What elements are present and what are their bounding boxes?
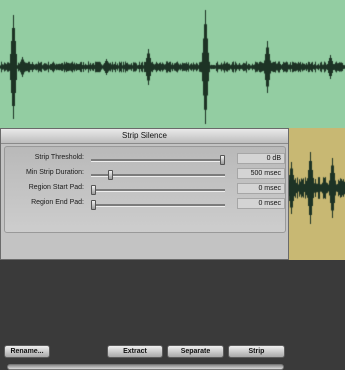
region-start-pad-slider-thumb[interactable]: [91, 185, 96, 195]
horizontal-scrollbar[interactable]: [7, 364, 284, 370]
strip-silence-dialog: Strip Silence Strip Threshold: 0 dB Min …: [0, 128, 289, 370]
min-strip-duration-row: Min Strip Duration: 500 msec: [5, 167, 285, 181]
region-end-pad-slider-track[interactable]: [91, 204, 225, 207]
strip-threshold-value[interactable]: 0 dB: [237, 153, 285, 164]
parameters-panel: Strip Threshold: 0 dB Min Strip Duration…: [4, 146, 286, 233]
dialog-title: Strip Silence: [1, 129, 288, 144]
region-end-pad-value[interactable]: 0 msec: [237, 198, 285, 209]
region-end-pad-slider-thumb[interactable]: [91, 200, 96, 210]
strip-threshold-row: Strip Threshold: 0 dB: [5, 152, 285, 166]
min-strip-duration-value[interactable]: 500 msec: [237, 168, 285, 179]
region-end-pad-label: Region End Pad:: [31, 199, 84, 206]
strip-threshold-slider-thumb[interactable]: [220, 155, 225, 165]
region-start-pad-value[interactable]: 0 msec: [237, 183, 285, 194]
separate-button[interactable]: Separate: [167, 345, 224, 358]
extract-button[interactable]: Extract: [107, 345, 163, 358]
waveform-track-top[interactable]: [0, 0, 345, 128]
strip-button[interactable]: Strip: [228, 345, 285, 358]
region-start-pad-slider-track[interactable]: [91, 189, 225, 192]
rename-button[interactable]: Rename...: [4, 345, 50, 358]
min-strip-duration-label: Min Strip Duration:: [26, 169, 84, 176]
waveform-track-selected[interactable]: [288, 128, 345, 260]
region-start-pad-label: Region Start Pad:: [28, 184, 84, 191]
min-strip-duration-slider-thumb[interactable]: [107, 170, 113, 180]
region-start-pad-row: Region Start Pad: 0 msec: [5, 182, 285, 196]
strip-threshold-label: Strip Threshold:: [34, 154, 84, 161]
strip-threshold-slider-track[interactable]: [91, 159, 225, 162]
region-end-pad-row: Region End Pad: 0 msec: [5, 197, 285, 211]
